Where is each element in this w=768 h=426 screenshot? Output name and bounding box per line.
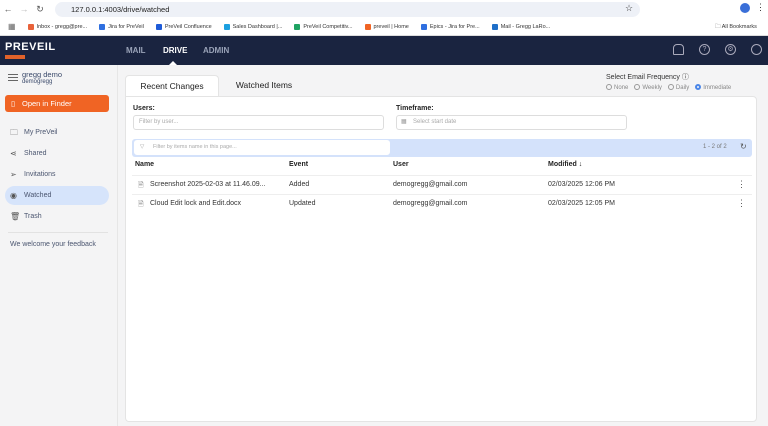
bookmark[interactable]: Jira for PreVeil bbox=[99, 23, 144, 30]
key-icon bbox=[5, 55, 25, 59]
bookmark-favicon-icon bbox=[491, 23, 498, 30]
bell-icon[interactable] bbox=[673, 44, 684, 55]
timeframe-label: Timeframe: bbox=[396, 105, 434, 112]
frequency-option-none[interactable]: None bbox=[606, 84, 628, 91]
user-name: gregg demo bbox=[22, 70, 63, 79]
sidebar-item-shared[interactable]: ⋖ Shared bbox=[5, 144, 109, 163]
bookmark[interactable]: PreVeil Competitiv... bbox=[294, 23, 353, 30]
send-icon: ➢ bbox=[10, 170, 17, 179]
user-id: demogregg bbox=[22, 79, 53, 85]
feedback-link[interactable]: We welcome your feedback bbox=[10, 241, 96, 248]
bookmark[interactable]: Epics - Jira for Pre... bbox=[420, 23, 480, 30]
bookmark[interactable]: preveil | Home bbox=[364, 23, 409, 30]
item-user: demogregg@gmail.com bbox=[393, 181, 468, 188]
back-icon[interactable]: ← bbox=[0, 4, 16, 14]
item-modified: 02/03/2025 12:05 PM bbox=[548, 200, 615, 207]
tab-drive[interactable]: DRIVE bbox=[163, 46, 187, 55]
open-in-finder-button[interactable]: ▯ Open in Finder bbox=[5, 95, 109, 112]
bookmark-favicon-icon bbox=[27, 23, 34, 30]
all-bookmarks[interactable]: 🗀 All Bookmarks bbox=[715, 23, 757, 32]
bookmark[interactable]: PreVeil Confluence bbox=[155, 23, 212, 30]
browser-toolbar: ← → ↻ 127.0.0.1:4003/drive/watched ☆ ⋮ bbox=[0, 0, 768, 18]
item-event: Added bbox=[289, 181, 310, 188]
apps-icon[interactable]: ▦ bbox=[8, 22, 16, 31]
item-modified: 02/03/2025 12:06 PM bbox=[548, 181, 615, 188]
table-toolbar: ▽ Filter by items name in this page... 1 … bbox=[132, 139, 752, 157]
sidebar-item-watched[interactable]: ◉ Watched bbox=[5, 186, 109, 205]
bookmark-favicon-icon bbox=[155, 23, 162, 30]
bookmark[interactable]: Sales Dashboard |... bbox=[223, 23, 282, 30]
file-icon: ▯ bbox=[11, 99, 16, 108]
bookmark-favicon-icon bbox=[223, 23, 230, 30]
email-frequency-options: None Weekly Daily Immediate bbox=[606, 84, 731, 91]
divider bbox=[8, 232, 108, 233]
info-icon[interactable]: ⓘ bbox=[682, 74, 689, 81]
profile-avatar[interactable] bbox=[740, 3, 750, 13]
sidebar-item-my-preveil[interactable]: 🗀 My PreVeil bbox=[5, 123, 109, 142]
filter-icon: ▽ bbox=[140, 144, 145, 150]
share-icon: ⋖ bbox=[10, 149, 17, 158]
trash-icon: 🗑 bbox=[10, 212, 21, 221]
bookmark-favicon-icon bbox=[364, 23, 371, 30]
item-name[interactable]: Cloud Edit lock and Edit.docx bbox=[150, 200, 241, 207]
help-icon[interactable]: ? bbox=[699, 44, 710, 55]
pagination: 1 - 2 of 2 bbox=[703, 144, 727, 150]
users-filter-input[interactable]: Filter by user... bbox=[133, 115, 384, 130]
bookmark-favicon-icon bbox=[420, 23, 427, 30]
bookmarks-bar: ▦ Inbox - gregg@pre... Jira for PreVeil Pr… bbox=[0, 18, 768, 36]
file-icon: 🗎 bbox=[138, 182, 144, 189]
calendar-icon: ▦ bbox=[401, 119, 407, 125]
tab-recent-changes[interactable]: Recent Changes bbox=[125, 75, 219, 96]
item-user: demogregg@gmail.com bbox=[393, 200, 468, 207]
email-frequency-label: Select Email Frequency ⓘ bbox=[606, 74, 689, 81]
folder-icon: 🗀 bbox=[10, 128, 18, 137]
tab-mail[interactable]: MAIL bbox=[126, 46, 146, 55]
table-row[interactable]: 🗎 Screenshot 2025-02-03 at 11.46.09... A… bbox=[132, 175, 752, 193]
users-label: Users: bbox=[133, 105, 155, 112]
menu-icon[interactable]: ⋮ bbox=[756, 2, 765, 13]
table-row[interactable]: 🗎 Cloud Edit lock and Edit.docx Updated … bbox=[132, 194, 752, 212]
app-header: PREVEIL MAIL DRIVE ADMIN ? ⚙ bbox=[0, 36, 768, 65]
eye-icon: ◉ bbox=[10, 191, 17, 200]
gear-icon[interactable]: ⚙ bbox=[725, 44, 736, 55]
bookmark-favicon-icon bbox=[294, 23, 301, 30]
address-bar[interactable]: 127.0.0.1:4003/drive/watched bbox=[55, 2, 640, 17]
file-icon: 🗎 bbox=[138, 201, 144, 208]
sidebar: gregg demo demogregg ▯ Open in Finder 🗀 My… bbox=[0, 65, 118, 426]
more-options-icon[interactable]: ⋮ bbox=[737, 198, 746, 209]
bookmark[interactable]: Inbox - gregg@pre... bbox=[27, 23, 87, 30]
menu-icon[interactable] bbox=[8, 74, 18, 81]
item-name[interactable]: Screenshot 2025-02-03 at 11.46.09... bbox=[150, 181, 265, 188]
tab-admin[interactable]: ADMIN bbox=[203, 46, 229, 55]
frequency-option-daily[interactable]: Daily bbox=[667, 84, 689, 91]
more-options-icon[interactable]: ⋮ bbox=[737, 179, 746, 190]
column-name[interactable]: Name bbox=[135, 161, 154, 168]
refresh-icon[interactable]: ↻ bbox=[740, 142, 747, 151]
radio-icon[interactable] bbox=[667, 84, 674, 90]
frequency-option-weekly[interactable]: Weekly bbox=[634, 84, 662, 91]
bookmark[interactable]: Mail - Gregg LaRo... bbox=[491, 23, 550, 30]
radio-icon[interactable] bbox=[634, 84, 641, 90]
column-modified[interactable]: Modified ↓ bbox=[548, 161, 582, 168]
preveil-logo: PREVEIL bbox=[5, 41, 56, 53]
forward-icon[interactable]: → bbox=[16, 4, 32, 14]
item-event: Updated bbox=[289, 200, 316, 207]
reload-icon[interactable]: ↻ bbox=[32, 4, 48, 15]
star-icon[interactable]: ☆ bbox=[625, 3, 633, 14]
sidebar-item-invitations[interactable]: ➢ Invitations bbox=[5, 165, 109, 184]
frequency-option-immediate[interactable]: Immediate bbox=[695, 84, 731, 91]
recent-changes-panel: Users: Filter by user... Timeframe: ▦ Sel… bbox=[125, 96, 757, 422]
column-event[interactable]: Event bbox=[289, 161, 308, 168]
radio-icon[interactable] bbox=[695, 84, 702, 90]
timeframe-input[interactable]: ▦ Select start date bbox=[396, 115, 627, 130]
tab-watched-items[interactable]: Watched Items bbox=[219, 75, 309, 96]
column-user[interactable]: User bbox=[393, 161, 409, 168]
bookmark-favicon-icon bbox=[99, 23, 106, 30]
sidebar-item-trash[interactable]: 🗑 Trash bbox=[5, 207, 109, 226]
radio-icon[interactable] bbox=[606, 84, 612, 90]
active-tab-indicator bbox=[169, 61, 177, 65]
item-filter-input[interactable]: ▽ Filter by items name in this page... bbox=[134, 140, 390, 155]
account-icon[interactable] bbox=[751, 44, 762, 55]
